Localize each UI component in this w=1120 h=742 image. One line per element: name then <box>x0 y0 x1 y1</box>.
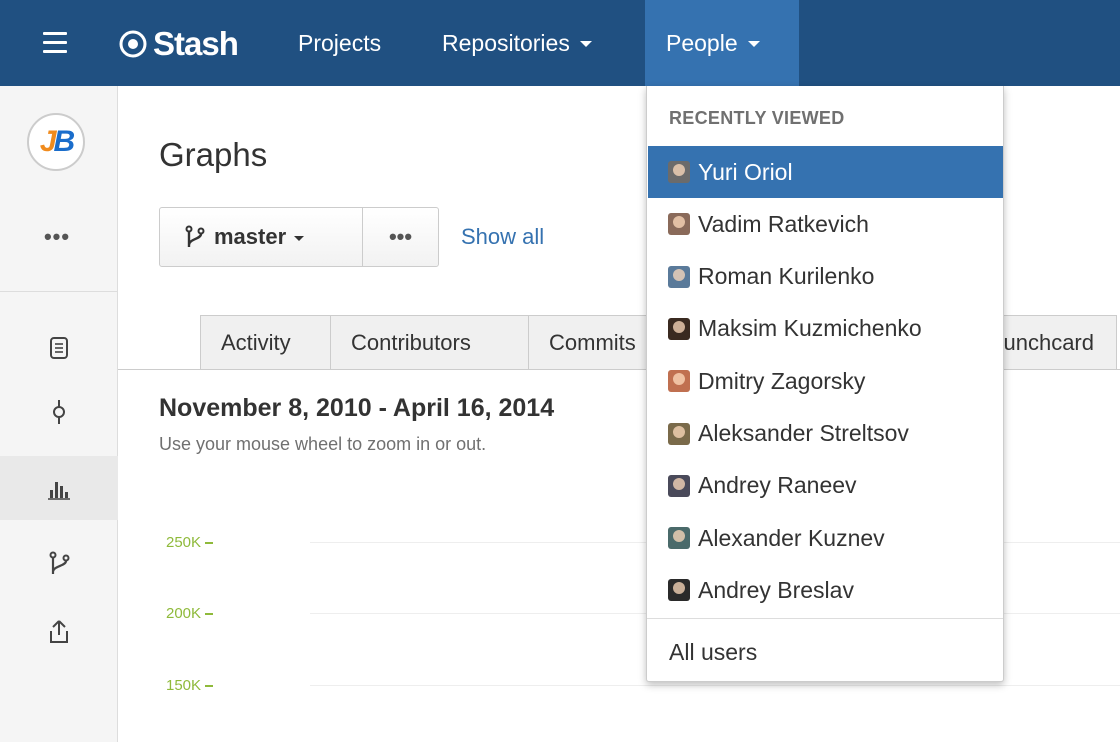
user-name: Andrey Raneev <box>698 472 857 499</box>
tab-punchcard[interactable]: Punchcard <box>1003 315 1117 369</box>
branch-name: master <box>214 224 287 249</box>
sidebar-item-commits[interactable] <box>0 380 118 444</box>
nav-repositories[interactable]: Repositories <box>432 0 642 86</box>
top-navigation-bar: Stash Projects Repositories People <box>0 0 1120 86</box>
user-avatar-icon <box>668 527 690 550</box>
y-axis-tick: 250K <box>166 534 214 551</box>
stash-logo-icon <box>119 30 147 58</box>
chevron-down-icon <box>294 236 305 241</box>
date-range-title: November 8, 2010 - April 16, 2014 <box>159 394 555 422</box>
user-name: Vadim Ratkevich <box>698 210 869 237</box>
nav-people-label: People <box>666 29 738 56</box>
project-avatar-letter-j: J <box>39 125 57 158</box>
menu-icon[interactable] <box>43 30 79 58</box>
source-icon <box>50 337 68 359</box>
user-menu-item[interactable]: Aleksander Streltsov <box>648 408 1003 460</box>
user-name: Yuri Oriol <box>698 158 793 185</box>
stash-logo[interactable]: Stash <box>118 22 239 66</box>
all-users-link[interactable]: All users <box>669 639 757 666</box>
zoom-hint: Use your mouse wheel to zoom in or out. <box>159 434 487 454</box>
user-avatar-icon <box>668 579 690 602</box>
nav-repositories-label: Repositories <box>442 29 570 56</box>
chevron-down-icon <box>747 41 760 47</box>
user-avatar-icon <box>668 265 690 288</box>
nav-people[interactable]: People <box>645 0 799 86</box>
tab-contributors[interactable]: Contributors <box>330 315 529 369</box>
nav-projects-label: Projects <box>298 29 382 56</box>
user-name: Alexander Kuznev <box>698 524 885 551</box>
branches-icon <box>49 551 70 574</box>
branch-selector[interactable]: master <box>159 207 363 267</box>
project-avatar[interactable]: JB <box>27 113 85 171</box>
graphs-icon <box>48 482 70 500</box>
show-all-link[interactable]: Show all <box>461 224 544 250</box>
sidebar-item-source[interactable] <box>0 316 118 380</box>
y-tick-label: 250K <box>166 534 202 551</box>
user-name: Aleksander Streltsov <box>698 420 909 446</box>
project-sidebar: JB ••• <box>0 86 118 742</box>
gridline <box>310 685 1120 686</box>
user-name: Andrey Breslav <box>698 576 854 603</box>
user-menu-item[interactable]: Maksim Kuzmichenko <box>648 303 1003 355</box>
user-avatar-icon <box>668 474 690 497</box>
logo-text: Stash <box>153 25 239 62</box>
user-name: Dmitry Zagorsky <box>698 367 866 394</box>
sidebar-divider <box>0 291 118 292</box>
user-menu-item[interactable]: Andrey Breslav <box>648 564 1003 616</box>
user-name: Maksim Kuzmichenko <box>698 315 922 342</box>
tab-activity[interactable]: Activity <box>200 315 331 369</box>
more-options-button[interactable]: ••• <box>362 207 439 267</box>
user-name: Roman Kurilenko <box>698 263 875 290</box>
user-menu-item[interactable]: Roman Kurilenko <box>648 251 1003 303</box>
project-avatar-letter-b: B <box>53 125 76 158</box>
user-avatar-icon <box>668 317 690 340</box>
sidebar-more-button[interactable]: ••• <box>39 224 75 249</box>
y-axis-tick: 200K <box>166 605 214 622</box>
pull-request-icon <box>50 620 68 643</box>
user-avatar-icon <box>668 370 690 393</box>
y-tick-label: 150K <box>166 677 202 694</box>
user-avatar-icon <box>668 213 690 236</box>
nav-projects[interactable]: Projects <box>288 0 423 86</box>
user-menu-item[interactable]: Alexander Kuznev <box>648 512 1003 564</box>
y-axis-tick: 150K <box>166 677 214 694</box>
commits-icon <box>53 400 65 424</box>
y-tick-label: 200K <box>166 605 202 622</box>
user-menu-item[interactable]: Yuri Oriol <box>648 146 1003 198</box>
sidebar-item-branches[interactable] <box>0 532 118 596</box>
branch-icon <box>185 225 205 247</box>
user-menu-item[interactable]: Dmitry Zagorsky <box>648 355 1003 407</box>
people-dropdown-menu: RECENTLY VIEWED Yuri Oriol Vadim Ratkevic… <box>646 86 1004 682</box>
user-avatar-icon <box>668 422 690 445</box>
user-menu-item[interactable]: Andrey Raneev <box>648 460 1003 512</box>
chevron-down-icon <box>579 41 592 47</box>
user-menu-item[interactable]: Vadim Ratkevich <box>648 198 1003 250</box>
sidebar-item-pull-requests[interactable] <box>0 600 118 664</box>
user-avatar-icon <box>668 161 690 183</box>
recently-viewed-heading: RECENTLY VIEWED <box>669 108 845 128</box>
menu-divider <box>647 618 1003 619</box>
page-title: Graphs <box>159 136 268 173</box>
sidebar-item-graphs[interactable] <box>0 456 118 520</box>
